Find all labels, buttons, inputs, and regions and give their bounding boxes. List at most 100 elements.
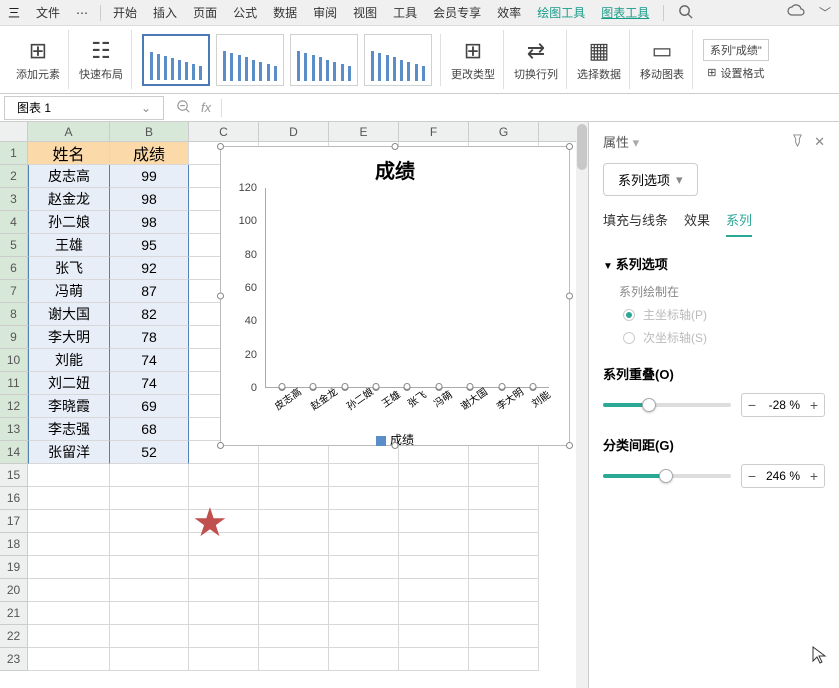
cell[interactable]: [469, 464, 539, 487]
menu-more[interactable]: ⋯: [68, 6, 96, 20]
cell[interactable]: [189, 625, 259, 648]
cell[interactable]: [399, 625, 469, 648]
chevron-down-icon[interactable]: ﹀: [819, 4, 831, 21]
cell[interactable]: 52: [110, 441, 189, 464]
cell[interactable]: [399, 556, 469, 579]
row-header[interactable]: 3: [0, 188, 28, 211]
cell[interactable]: [259, 579, 329, 602]
tab-effect[interactable]: 效果: [684, 210, 710, 237]
cell[interactable]: 姓名: [28, 142, 110, 165]
cell[interactable]: [110, 510, 189, 533]
row-header[interactable]: 4: [0, 211, 28, 234]
row-header[interactable]: 17: [0, 510, 28, 533]
cell[interactable]: 74: [110, 372, 189, 395]
cell[interactable]: [110, 579, 189, 602]
cell[interactable]: [110, 648, 189, 671]
cell[interactable]: [110, 602, 189, 625]
cell[interactable]: [329, 487, 399, 510]
cell[interactable]: [189, 602, 259, 625]
menu-start[interactable]: 开始: [105, 4, 145, 21]
switch-rowcol-button[interactable]: ⇄ 切换行列: [506, 30, 567, 89]
cell[interactable]: [259, 625, 329, 648]
row-header[interactable]: 14: [0, 441, 28, 464]
cell[interactable]: [189, 556, 259, 579]
cell[interactable]: [399, 487, 469, 510]
menu-insert[interactable]: 插入: [145, 4, 185, 21]
decrease-button[interactable]: −: [742, 394, 762, 416]
cell[interactable]: 成绩: [110, 142, 189, 165]
col-header-A[interactable]: A: [28, 122, 110, 141]
col-header-C[interactable]: C: [189, 122, 259, 141]
section-series-options[interactable]: 系列选项: [603, 254, 825, 273]
move-chart-button[interactable]: ▭ 移动图表: [632, 30, 693, 89]
cell[interactable]: [469, 625, 539, 648]
cell[interactable]: 冯萌: [28, 280, 110, 303]
chart-title[interactable]: 成绩: [221, 147, 569, 188]
cell[interactable]: [28, 556, 110, 579]
cell[interactable]: 87: [110, 280, 189, 303]
cell[interactable]: [399, 602, 469, 625]
cell[interactable]: [329, 533, 399, 556]
row-header[interactable]: 21: [0, 602, 28, 625]
cell[interactable]: 78: [110, 326, 189, 349]
cell[interactable]: [259, 487, 329, 510]
col-header-B[interactable]: B: [110, 122, 189, 141]
cell[interactable]: 李志强: [28, 418, 110, 441]
cell[interactable]: [329, 648, 399, 671]
cell[interactable]: [469, 510, 539, 533]
cell[interactable]: 李晓霞: [28, 395, 110, 418]
row-header[interactable]: 10: [0, 349, 28, 372]
fx-label[interactable]: fx: [201, 100, 211, 115]
cloud-icon[interactable]: [787, 4, 805, 21]
cell[interactable]: [110, 487, 189, 510]
cell[interactable]: 刘能: [28, 349, 110, 372]
cell[interactable]: 张留洋: [28, 441, 110, 464]
cell[interactable]: [110, 464, 189, 487]
cell[interactable]: [469, 556, 539, 579]
cell[interactable]: 92: [110, 257, 189, 280]
menu-member[interactable]: 会员专享: [425, 4, 489, 21]
cell[interactable]: [469, 648, 539, 671]
pin-icon[interactable]: [791, 134, 804, 150]
row-header[interactable]: 5: [0, 234, 28, 257]
change-type-button[interactable]: ⊞ 更改类型: [443, 30, 504, 89]
cell[interactable]: [329, 579, 399, 602]
row-header[interactable]: 2: [0, 165, 28, 188]
cell[interactable]: [469, 602, 539, 625]
cell[interactable]: 李大明: [28, 326, 110, 349]
hamburger-icon[interactable]: 三: [8, 4, 20, 21]
cell[interactable]: [110, 625, 189, 648]
cell[interactable]: [28, 487, 110, 510]
chart-style-1[interactable]: [142, 34, 210, 86]
cell[interactable]: [28, 602, 110, 625]
col-header-F[interactable]: F: [399, 122, 469, 141]
cell[interactable]: [469, 579, 539, 602]
cell[interactable]: [399, 579, 469, 602]
row-header[interactable]: 22: [0, 625, 28, 648]
menu-review[interactable]: 审阅: [305, 4, 345, 21]
cell[interactable]: [399, 510, 469, 533]
series-overlap-slider[interactable]: [603, 403, 731, 407]
cell[interactable]: [329, 556, 399, 579]
col-header-G[interactable]: G: [469, 122, 539, 141]
cell[interactable]: [259, 533, 329, 556]
zoom-out-icon[interactable]: [176, 99, 191, 117]
menu-file[interactable]: 文件: [28, 4, 68, 21]
menu-tools[interactable]: 工具: [385, 4, 425, 21]
row-header[interactable]: 1: [0, 142, 28, 165]
increase-button[interactable]: +: [804, 465, 824, 487]
cell[interactable]: [110, 556, 189, 579]
cell[interactable]: [28, 625, 110, 648]
cell[interactable]: [329, 602, 399, 625]
menu-efficiency[interactable]: 效率: [489, 4, 529, 21]
row-header[interactable]: 20: [0, 579, 28, 602]
embedded-chart[interactable]: 成绩 020406080100120 皮志高赵金龙孙二娘王雄张飞冯萌谢大国李大明…: [220, 146, 570, 446]
spreadsheet[interactable]: A B C D E F G 12345678910111213141516171…: [0, 122, 588, 688]
tab-series[interactable]: 系列: [726, 210, 752, 237]
row-header[interactable]: 16: [0, 487, 28, 510]
menu-chart-tools[interactable]: 图表工具: [593, 4, 657, 21]
series-selector[interactable]: 系列"成绩": [703, 39, 769, 61]
select-data-button[interactable]: ▦ 选择数据: [569, 30, 630, 89]
cell[interactable]: 王雄: [28, 234, 110, 257]
cell[interactable]: 赵金龙: [28, 188, 110, 211]
